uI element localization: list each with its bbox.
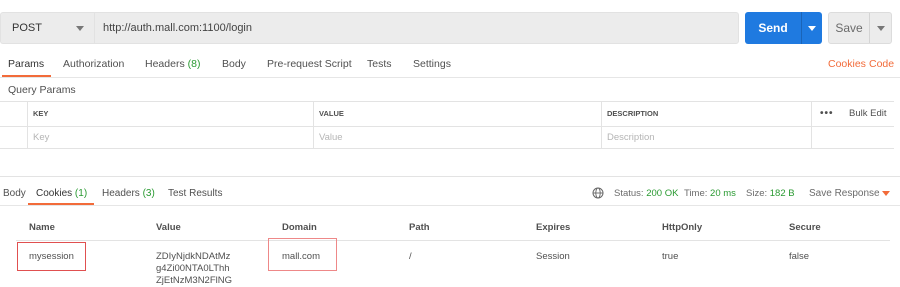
description-input[interactable]: Description <box>607 126 655 149</box>
cookie-path: / <box>409 251 412 262</box>
row-divider <box>0 126 894 127</box>
tabs-divider <box>0 77 900 78</box>
send-label: Send <box>758 21 788 35</box>
time-value: 20 ms <box>710 188 736 199</box>
size-value: 182 B <box>769 188 795 199</box>
column-header-key: KEY <box>33 109 49 118</box>
column-header-path: Path <box>409 222 430 233</box>
tab-resp-headers-label: Headers <box>102 188 140 199</box>
headers-count: (8) <box>187 58 201 70</box>
chevron-down-icon <box>76 26 84 31</box>
tab-params[interactable]: Params <box>8 58 44 70</box>
panel-divider[interactable] <box>0 176 900 182</box>
cookie-httponly: true <box>662 251 679 262</box>
cookie-expires: Session <box>536 251 570 262</box>
tab-prerequest-script[interactable]: Pre-request Script <box>267 58 352 70</box>
time-label: Time: <box>684 188 708 199</box>
cookie-value-line: ZDIyNjdkNDAtMz <box>156 251 231 262</box>
size-readout: Size: 182 B <box>746 188 795 199</box>
code-link[interactable]: Code <box>869 58 894 70</box>
column-header-expires: Expires <box>536 222 571 233</box>
tab-tests[interactable]: Tests <box>367 58 392 70</box>
globe-icon[interactable] <box>592 187 604 199</box>
tab-settings[interactable]: Settings <box>413 58 451 70</box>
tab-headers-label: Headers <box>145 58 185 70</box>
time-readout: Time: 20 ms <box>684 188 736 199</box>
tab-body[interactable]: Body <box>222 58 246 70</box>
header-row-divider <box>16 240 890 241</box>
tab-test-results[interactable]: Test Results <box>168 188 222 199</box>
value-input[interactable]: Value <box>319 126 343 149</box>
chevron-down-icon[interactable] <box>877 26 885 31</box>
save-response-label: Save Response <box>809 188 880 199</box>
cookies-count: (1) <box>74 188 88 199</box>
cookie-value-line: g4Zi00NTA0LThh <box>156 263 230 274</box>
url-input[interactable]: http://auth.mall.com:1100/login <box>94 12 739 44</box>
key-input[interactable]: Key <box>33 126 49 149</box>
cookie-value-line: ZjEtNzM3N2FlNG <box>156 275 233 286</box>
column-header-value: VALUE <box>319 109 344 118</box>
cookie-domain: mall.com <box>282 251 321 262</box>
chevron-down-icon[interactable] <box>882 191 890 196</box>
column-header-httponly: HttpOnly <box>662 222 703 233</box>
method-select[interactable]: POST <box>0 12 94 44</box>
chevron-down-icon[interactable] <box>808 26 816 31</box>
more-icon[interactable]: ••• <box>820 102 834 126</box>
save-label: Save <box>835 21 863 35</box>
column-header-secure: Secure <box>789 222 821 233</box>
method-label: POST <box>12 22 42 34</box>
tab-response-cookies[interactable]: Cookies (1) <box>36 188 87 199</box>
size-label: Size: <box>746 188 768 199</box>
response-tabs-divider <box>0 205 900 206</box>
cookie-value: ZDIyNjdkNDAtMz g4Zi00NTA0LThh ZjEtNzM3N2… <box>156 251 246 287</box>
tab-cookies-label: Cookies <box>36 188 73 199</box>
send-separator <box>801 12 802 44</box>
save-button[interactable]: Save <box>828 12 892 44</box>
column-header-domain: Domain <box>282 222 317 233</box>
tab-headers[interactable]: Headers (8) <box>145 58 200 70</box>
save-response-button[interactable]: Save Response <box>809 188 880 199</box>
resp-headers-count: (3) <box>142 188 155 199</box>
url-text: http://auth.mall.com:1100/login <box>103 22 252 34</box>
status-label: Status: <box>614 188 644 199</box>
cookie-secure: false <box>789 251 810 262</box>
column-header-name: Name <box>29 222 55 233</box>
tab-authorization[interactable]: Authorization <box>63 58 124 70</box>
params-table: KEY VALUE DESCRIPTION ••• Bulk Edit Key … <box>0 101 894 149</box>
status-readout: Status: 200 OK <box>614 188 678 199</box>
cookies-link[interactable]: Cookies <box>828 58 866 70</box>
bulk-edit-link[interactable]: Bulk Edit <box>849 102 887 126</box>
cookie-name: mysession <box>29 251 74 262</box>
tab-response-headers[interactable]: Headers (3) <box>102 188 155 199</box>
column-header-value: Value <box>156 222 181 233</box>
column-header-description: DESCRIPTION <box>607 109 659 118</box>
query-params-title: Query Params <box>8 84 76 96</box>
save-separator <box>869 13 870 43</box>
send-button[interactable]: Send <box>745 12 822 44</box>
tab-response-body[interactable]: Body <box>3 188 26 199</box>
status-value: 200 OK <box>646 188 679 199</box>
